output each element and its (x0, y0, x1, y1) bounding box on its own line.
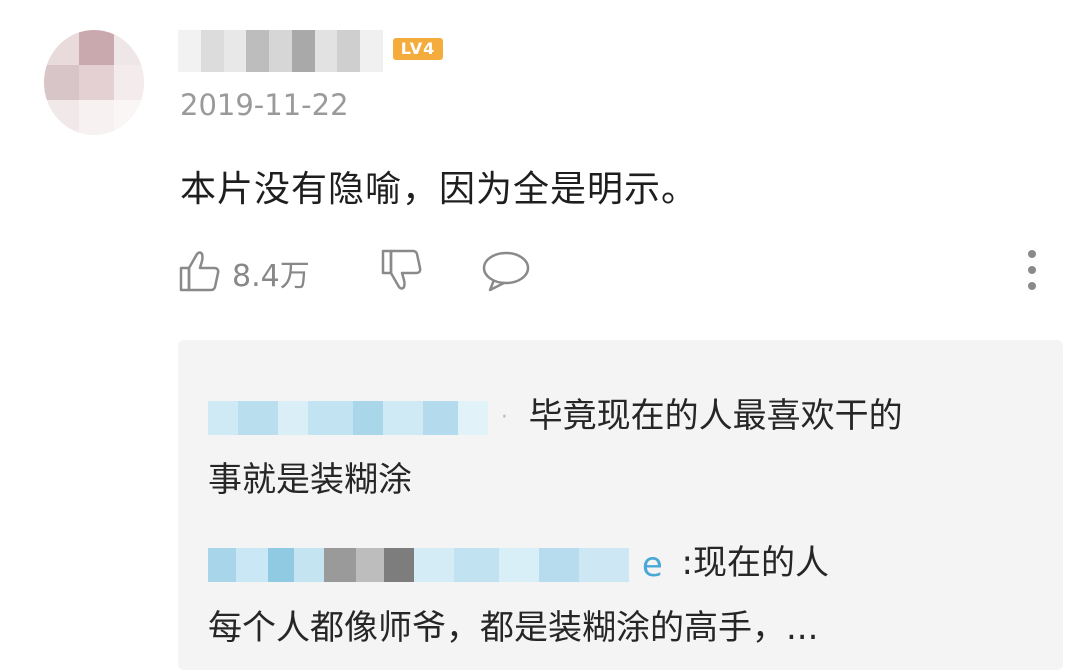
separator-dot: · (500, 405, 508, 430)
like-count: 8.4万 (232, 259, 310, 294)
avatar-pixel (114, 100, 144, 135)
reply-2-text-b: 每个人都像师爷，都是装糊涂的高手，... (208, 608, 819, 648)
reply-1-username-blurred[interactable] (208, 400, 488, 435)
reply-1-text-b: 事就是装糊涂 (208, 460, 412, 500)
avatar-pixel (114, 65, 144, 100)
more-vertical-icon (1026, 248, 1038, 296)
avatar-pixel (79, 30, 114, 65)
replies-panel[interactable]: · 毕竟现在的人最喜欢干的 事就是装糊涂 e :现在的人 每个人都像师爷，都是装… (178, 340, 1063, 670)
reply-1-text-a: 毕竟现在的人最喜欢干的 (528, 396, 903, 436)
reply-2-username-tail[interactable]: e (642, 545, 663, 585)
comment-text: 本片没有隐喻，因为全是明示。 (180, 169, 699, 210)
avatar-pixel (44, 65, 79, 100)
username-blurred[interactable] (178, 30, 383, 72)
level-badge: LV4 (393, 38, 443, 60)
comment-date: 2019-11-22 (180, 88, 349, 122)
reply-button[interactable] (480, 248, 532, 298)
avatar-pixel (79, 65, 114, 100)
avatar[interactable] (44, 30, 144, 135)
like-button[interactable]: 8.4万 (178, 248, 310, 298)
thumbs-down-icon (380, 248, 426, 298)
reply-2-line-1: e :现在的人 (208, 535, 829, 585)
avatar-pixel (114, 30, 144, 65)
comment-bubble-icon (480, 248, 532, 298)
dislike-button[interactable] (380, 248, 426, 298)
avatar-pixel (79, 100, 114, 135)
more-options-button[interactable] (1010, 250, 1054, 294)
thumbs-up-icon (178, 249, 224, 297)
reply-2-username-blurred[interactable] (208, 547, 629, 582)
reply-1-line-1: · 毕竟现在的人最喜欢干的 (208, 388, 903, 437)
avatar-pixel (44, 30, 79, 65)
avatar-pixel (44, 100, 79, 135)
reply-2-text-a: :现在的人 (681, 543, 830, 583)
